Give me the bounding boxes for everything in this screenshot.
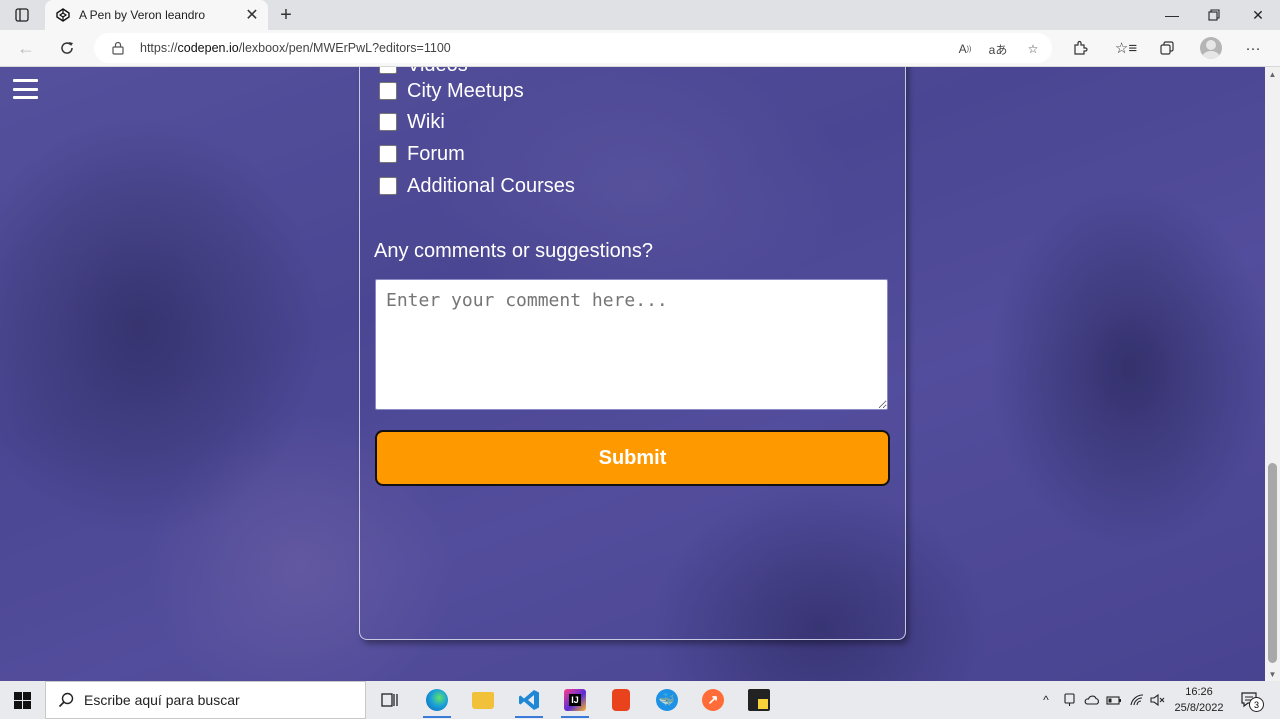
taskbar-clock[interactable]: 16:26 25/8/2022 <box>1170 684 1228 716</box>
lock-icon <box>112 41 124 55</box>
clock-time: 16:26 <box>1185 686 1213 698</box>
checkbox-label: Additional Courses <box>407 174 575 197</box>
submit-button[interactable]: Submit <box>375 430 890 486</box>
docker-taskbar-button[interactable]: 🐳 <box>644 681 690 719</box>
tab-actions-icon <box>15 8 29 22</box>
checkbox-row-wiki[interactable]: Wiki <box>379 111 445 133</box>
intellij-taskbar-button[interactable]: IJ <box>552 681 598 719</box>
url-path: /lexboox/pen/MWErPwL?editors=1100 <box>238 41 451 55</box>
windows-logo-icon <box>14 691 31 709</box>
docker-icon: 🐳 <box>656 689 678 711</box>
intellij-icon: IJ <box>564 689 586 711</box>
more-menu-icon[interactable]: ··· <box>1242 38 1264 58</box>
checkbox-label: Forum <box>407 142 465 165</box>
browser-toolbar: ← https://codepen.io/lexboox/pen/MWErPwL… <box>0 30 1280 67</box>
onedrive-cloud-icon[interactable] <box>1083 692 1101 708</box>
profile-avatar[interactable] <box>1200 37 1222 59</box>
checkbox-wiki[interactable] <box>379 113 397 131</box>
tab-close-icon[interactable]: ✕ <box>241 4 263 26</box>
checkbox-row-videos[interactable]: Videos <box>379 67 468 76</box>
scroll-down-arrow-icon[interactable]: ▼ <box>1265 667 1280 681</box>
start-button[interactable] <box>0 681 45 719</box>
url-text: https://codepen.io/lexboox/pen/MWErPwL?e… <box>140 41 451 55</box>
add-favorite-icon[interactable]: ☆ <box>1022 40 1044 58</box>
checkbox-label: City Meetups <box>407 79 524 102</box>
show-hidden-icons-chevron-icon[interactable]: ^ <box>1038 692 1054 708</box>
taskbar-search-box[interactable]: Escribe aquí para buscar <box>45 681 366 719</box>
meet-now-icon[interactable] <box>1061 692 1077 708</box>
checkbox-label: Wiki <box>407 110 445 133</box>
read-aloud-icon[interactable]: A)) <box>954 40 976 58</box>
vscode-taskbar-button[interactable] <box>506 681 552 719</box>
edge-icon <box>426 689 448 711</box>
refresh-icon <box>61 42 73 54</box>
collections-icon[interactable] <box>1156 38 1178 58</box>
url-prefix: https:// <box>140 41 178 55</box>
checkbox-row-forum[interactable]: Forum <box>379 143 465 165</box>
task-view-button[interactable] <box>367 681 413 719</box>
page-viewport: Videos City Meetups Wiki Forum Additiona… <box>0 67 1265 681</box>
office-taskbar-button[interactable] <box>598 681 644 719</box>
task-view-icon <box>381 693 398 707</box>
windows-taskbar: Escribe aquí para buscar IJ 🐳 ↗ ^ 16:26 … <box>0 681 1280 719</box>
checkbox-row-additional-courses[interactable]: Additional Courses <box>379 175 575 197</box>
checkbox-forum[interactable] <box>379 145 397 163</box>
tab-actions-button[interactable] <box>9 6 35 24</box>
sticky-notes-icon <box>748 689 770 711</box>
volume-muted-icon[interactable] <box>1149 692 1167 708</box>
browser-tab-strip: A Pen by Veron leandro ✕ + — ✕ <box>0 0 1280 30</box>
notification-center-button[interactable]: 3 <box>1238 689 1264 712</box>
file-explorer-taskbar-button[interactable] <box>460 681 506 719</box>
search-placeholder: Escribe aquí para buscar <box>84 692 240 708</box>
comment-textarea[interactable] <box>375 279 888 410</box>
vscode-icon <box>519 690 539 710</box>
sticky-notes-taskbar-button[interactable] <box>736 681 782 719</box>
codepen-favicon-icon <box>56 8 70 22</box>
page-scrollbar[interactable]: ▲ ▼ <box>1265 67 1280 681</box>
back-button[interactable]: ← <box>13 35 39 61</box>
minimize-button[interactable]: — <box>1151 0 1193 30</box>
checkbox-additional-courses[interactable] <box>379 177 397 195</box>
postman-icon: ↗ <box>702 689 724 711</box>
new-tab-button[interactable]: + <box>275 4 297 26</box>
office-icon <box>612 689 630 711</box>
file-explorer-icon <box>472 691 494 709</box>
refresh-button[interactable] <box>54 35 80 61</box>
search-icon <box>58 692 74 708</box>
close-window-button[interactable]: ✕ <box>1237 0 1279 30</box>
tab-title: A Pen by Veron leandro <box>79 8 206 22</box>
checkbox-videos[interactable] <box>379 67 397 74</box>
comments-question-label: Any comments or suggestions? <box>374 240 654 262</box>
clock-date: 25/8/2022 <box>1174 702 1224 714</box>
browser-tab[interactable]: A Pen by Veron leandro ✕ <box>45 0 268 30</box>
postman-taskbar-button[interactable]: ↗ <box>690 681 736 719</box>
address-bar[interactable]: https://codepen.io/lexboox/pen/MWErPwL?e… <box>94 33 1052 63</box>
extensions-icon[interactable] <box>1069 38 1091 58</box>
restore-button[interactable] <box>1193 0 1235 30</box>
hamburger-menu-icon[interactable] <box>13 79 38 99</box>
wifi-icon[interactable] <box>1128 692 1146 708</box>
notification-count-badge: 3 <box>1249 697 1264 712</box>
translate-icon[interactable]: aあ <box>987 40 1009 58</box>
checkbox-city-meetups[interactable] <box>379 82 397 100</box>
scroll-thumb[interactable] <box>1268 463 1277 663</box>
survey-form: Videos City Meetups Wiki Forum Additiona… <box>359 67 906 640</box>
url-host: codepen.io <box>177 41 239 55</box>
checkbox-row-city-meetups[interactable]: City Meetups <box>379 80 524 102</box>
edge-taskbar-button[interactable] <box>414 681 460 719</box>
checkbox-label: Videos <box>407 67 468 77</box>
battery-icon[interactable] <box>1105 692 1123 708</box>
restore-icon <box>1208 9 1220 21</box>
scroll-up-arrow-icon[interactable]: ▲ <box>1265 67 1280 81</box>
favorites-icon[interactable]: ☆≡ <box>1115 38 1137 58</box>
